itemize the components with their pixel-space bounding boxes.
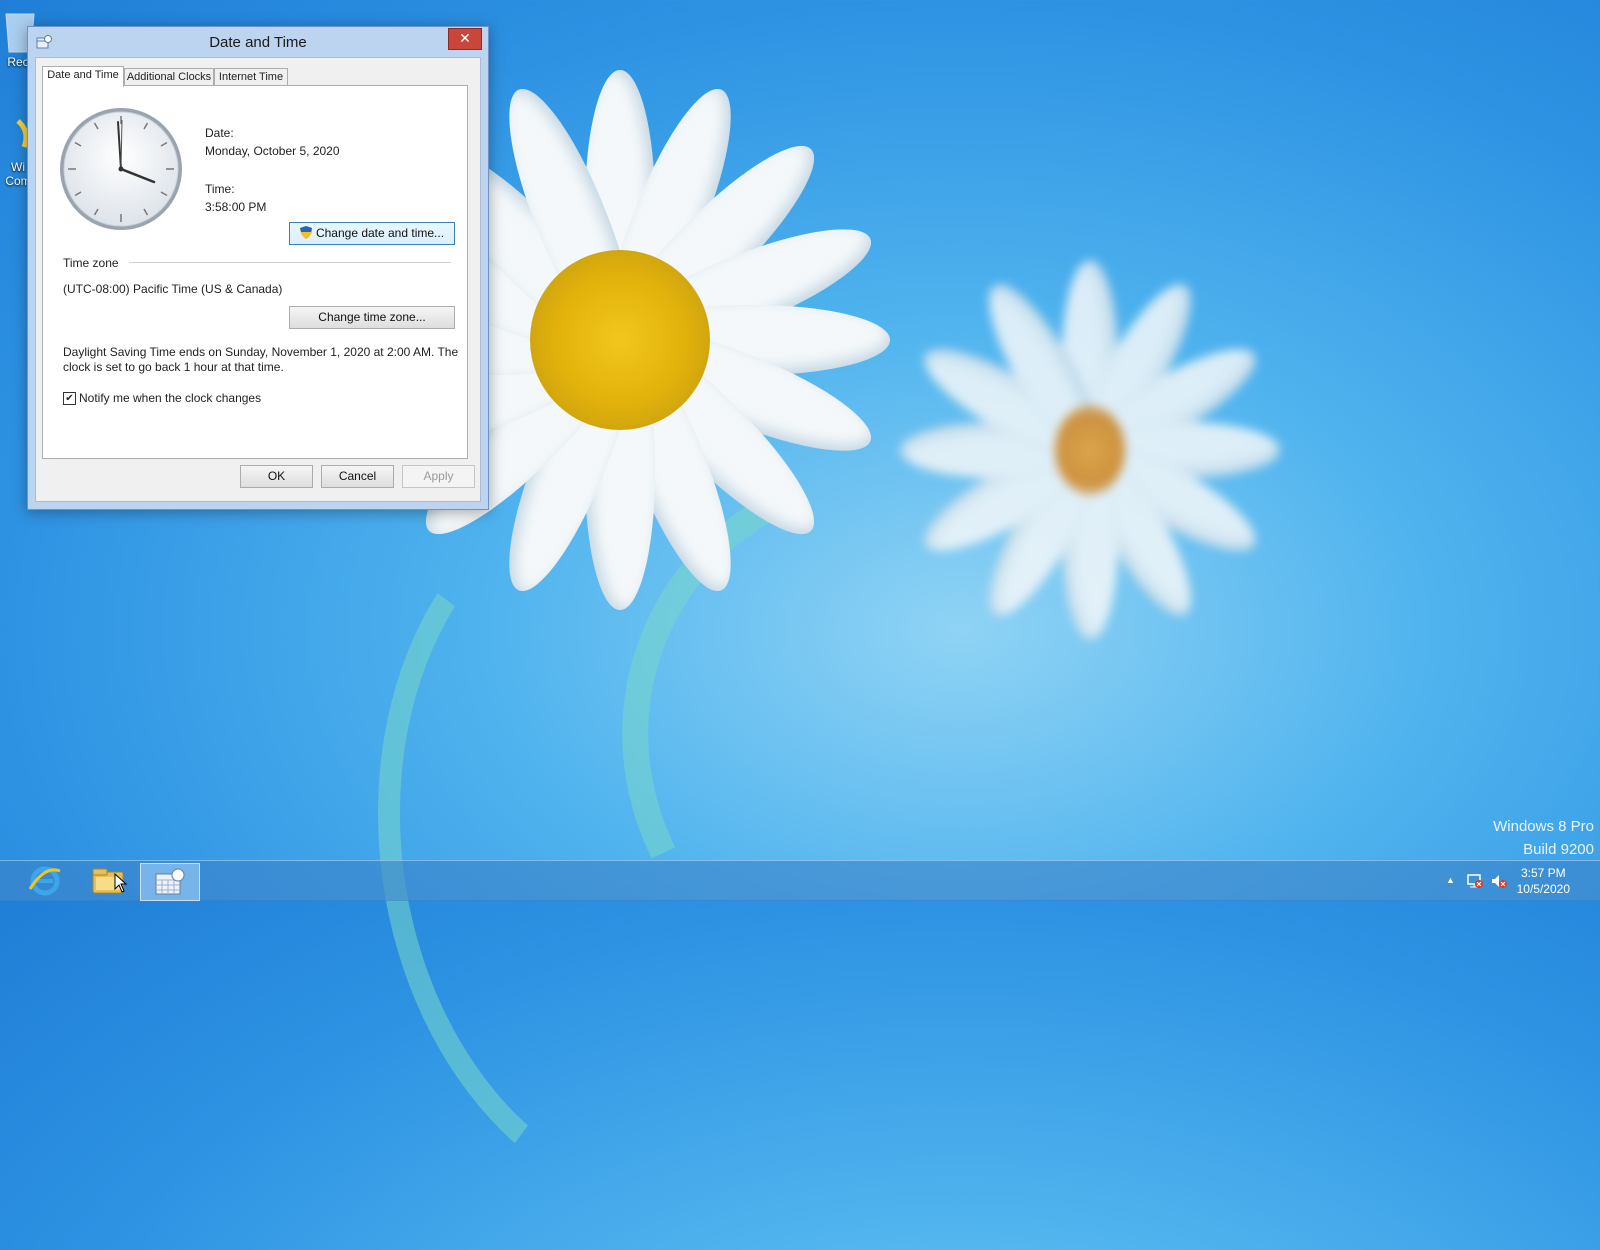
date-time-icon xyxy=(155,868,185,895)
dst-notice-line-2: clock is set to go back 1 hour at that t… xyxy=(63,360,284,374)
show-hidden-icons-chevron[interactable]: ▲ xyxy=(1446,875,1455,885)
time-zone-divider xyxy=(129,262,451,263)
dialog-titlebar[interactable]: Date and Time ✕ xyxy=(28,27,488,57)
watermark-edition: Windows 8 Pro xyxy=(1493,818,1594,835)
notify-clock-change-checkbox[interactable]: ✔ xyxy=(63,392,76,405)
change-date-time-label: Change date and time... xyxy=(315,226,445,240)
analog-clock-icon xyxy=(60,108,182,230)
volume-muted-icon[interactable] xyxy=(1490,872,1508,890)
uac-shield-icon xyxy=(299,226,312,239)
mouse-cursor-icon xyxy=(114,873,128,893)
apply-button[interactable]: Apply xyxy=(402,465,475,488)
watermark-build: Build 9200 xyxy=(1523,841,1594,858)
taskbar-internet-explorer[interactable] xyxy=(16,863,74,899)
time-zone-value: (UTC-08:00) Pacific Time (US & Canada) xyxy=(63,282,283,296)
date-time-tab-panel: Date: Monday, October 5, 2020 Time: 3:58… xyxy=(42,85,468,459)
tab-internet-time[interactable]: Internet Time xyxy=(214,68,288,86)
time-value: 3:58:00 PM xyxy=(205,200,267,214)
taskbar: ▲ 3:57 PM 10/5/2020 xyxy=(0,860,1600,901)
tab-additional-clocks[interactable]: Additional Clocks xyxy=(124,68,214,86)
taskbar-file-explorer[interactable] xyxy=(80,863,138,899)
ok-button[interactable]: OK xyxy=(240,465,313,488)
change-time-zone-button[interactable]: Change time zone... xyxy=(289,306,455,329)
cancel-button[interactable]: Cancel xyxy=(321,465,394,488)
change-date-time-button[interactable]: Change date and time... xyxy=(289,222,455,245)
date-and-time-dialog: Date and Time ✕ Date and Time Additional… xyxy=(27,26,489,510)
taskbar-clock-date: 10/5/2020 xyxy=(1516,882,1570,896)
time-zone-header: Time zone xyxy=(63,256,119,270)
dialog-title: Date and Time xyxy=(209,34,307,51)
network-error-icon[interactable] xyxy=(1466,872,1484,890)
dst-notice-line-1: Daylight Saving Time ends on Sunday, Nov… xyxy=(63,345,459,359)
taskbar-clock[interactable]: 3:57 PM 10/5/2020 xyxy=(1517,865,1570,897)
close-button[interactable]: ✕ xyxy=(448,28,482,50)
file-explorer-icon xyxy=(92,868,124,894)
tab-date-and-time[interactable]: Date and Time xyxy=(42,66,124,87)
taskbar-clock-time: 3:57 PM xyxy=(1520,866,1566,880)
taskbar-date-and-time[interactable] xyxy=(140,863,200,901)
time-label: Time: xyxy=(205,182,235,196)
dialog-client-area: Date and Time Additional Clocks Internet… xyxy=(35,57,481,502)
date-value: Monday, October 5, 2020 xyxy=(205,144,340,158)
internet-explorer-icon xyxy=(28,866,61,896)
windows-watermark: Windows 8 Pro Build 9200 xyxy=(1493,815,1594,861)
date-label: Date: xyxy=(205,126,234,140)
notify-clock-change-label[interactable]: Notify me when the clock changes xyxy=(79,391,261,405)
